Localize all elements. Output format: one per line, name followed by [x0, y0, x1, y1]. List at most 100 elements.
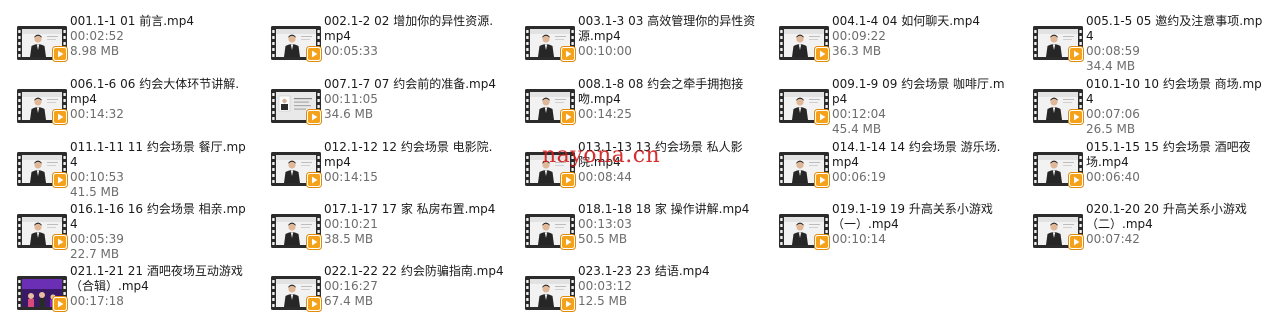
- file-meta: 009.1-9 09 约会场景 咖啡厅.mp4 00:12:04 45.4 MB: [832, 77, 1012, 137]
- file-meta: 020.1-20 20 升高关系小游戏（二）.mp4 00:07:42: [1086, 202, 1266, 247]
- file-name: 010.1-10 10 约会场景 商场.mp4: [1086, 77, 1262, 106]
- file-meta: 019.1-19 19 升高关系小游戏（一）.mp4 00:10:14: [832, 202, 1012, 247]
- video-thumbnail-icon: [525, 152, 576, 188]
- file-meta: 014.1-14 14 约会场景 游乐场.mp4 00:06:19: [832, 140, 1012, 185]
- file-item[interactable]: 005.1-5 05 邀约及注意事项.mp4 00:08:59 34.4 MB: [1016, 14, 1266, 74]
- file-duration: 00:10:53: [70, 170, 124, 184]
- file-duration: 00:08:44: [578, 170, 632, 184]
- file-item[interactable]: 022.1-22 22 约会防骗指南.mp4 00:16:27 67.4 MB: [254, 264, 504, 324]
- file-duration: 00:07:42: [1086, 232, 1140, 246]
- file-duration: 00:08:59: [1086, 44, 1140, 58]
- file-duration: 00:14:25: [578, 107, 632, 121]
- file-meta: 018.1-18 18 家 操作讲解.mp4 00:13:03 50.5 MB: [578, 202, 758, 247]
- file-item[interactable]: 015.1-15 15 约会场景 酒吧夜场.mp4 00:06:40: [1016, 140, 1266, 200]
- file-item[interactable]: 008.1-8 08 约会之牵手拥抱接吻.mp4 00:14:25: [508, 77, 758, 137]
- file-meta: 010.1-10 10 约会场景 商场.mp4 00:07:06 26.5 MB: [1086, 77, 1266, 137]
- file-size: 41.5 MB: [70, 185, 120, 199]
- file-duration: 00:09:22: [832, 29, 886, 43]
- video-thumbnail-icon: [17, 152, 68, 188]
- video-thumbnail-icon: [17, 276, 68, 312]
- file-item[interactable]: 004.1-4 04 如何聊天.mp4 00:09:22 36.3 MB: [762, 14, 1012, 74]
- file-item[interactable]: 014.1-14 14 约会场景 游乐场.mp4 00:06:19: [762, 140, 1012, 200]
- file-name: 017.1-17 17 家 私房布置.mp4: [324, 202, 496, 216]
- video-thumbnail-icon: [1033, 26, 1084, 62]
- video-thumbnail-icon: [1033, 214, 1084, 250]
- file-name: 004.1-4 04 如何聊天.mp4: [832, 14, 980, 28]
- file-duration: 00:17:18: [70, 294, 124, 308]
- file-item[interactable]: 019.1-19 19 升高关系小游戏（一）.mp4 00:10:14: [762, 202, 1012, 262]
- file-size: 36.3 MB: [832, 44, 882, 58]
- file-duration: 00:10:14: [832, 232, 886, 246]
- file-item[interactable]: 003.1-3 03 高效管理你的异性资源.mp4 00:10:00: [508, 14, 758, 74]
- video-thumbnail-icon: [525, 26, 576, 62]
- file-meta: 001.1-1 01 前言.mp4 00:02:52 8.98 MB: [70, 14, 250, 59]
- file-name: 023.1-23 23 结语.mp4: [578, 264, 710, 278]
- file-meta: 003.1-3 03 高效管理你的异性资源.mp4 00:10:00: [578, 14, 758, 59]
- file-name: 014.1-14 14 约会场景 游乐场.mp4: [832, 140, 1001, 169]
- file-name: 002.1-2 02 增加你的异性资源.mp4: [324, 14, 494, 43]
- file-name: 022.1-22 22 约会防骗指南.mp4: [324, 264, 504, 278]
- file-meta: 021.1-21 21 酒吧夜场互动游戏（合辑）.mp4 00:17:18: [70, 264, 250, 309]
- video-thumbnail-icon: [779, 26, 830, 62]
- file-size: 26.5 MB: [1086, 122, 1136, 136]
- file-meta: 013.1-13 13 约会场景 私人影院.mp4 00:08:44: [578, 140, 758, 185]
- file-meta: 004.1-4 04 如何聊天.mp4 00:09:22 36.3 MB: [832, 14, 1012, 59]
- file-item[interactable]: 009.1-9 09 约会场景 咖啡厅.mp4 00:12:04 45.4 MB: [762, 77, 1012, 137]
- file-size: 34.6 MB: [324, 107, 374, 121]
- video-thumbnail-icon: [779, 89, 830, 125]
- file-name: 018.1-18 18 家 操作讲解.mp4: [578, 202, 750, 216]
- file-meta: 005.1-5 05 邀约及注意事项.mp4 00:08:59 34.4 MB: [1086, 14, 1266, 74]
- file-item[interactable]: 002.1-2 02 增加你的异性资源.mp4 00:05:33: [254, 14, 504, 74]
- file-item[interactable]: 013.1-13 13 约会场景 私人影院.mp4 00:08:44: [508, 140, 758, 200]
- file-name: 007.1-7 07 约会前的准备.mp4: [324, 77, 496, 91]
- file-name: 021.1-21 21 酒吧夜场互动游戏（合辑）.mp4: [70, 264, 243, 293]
- file-meta: 022.1-22 22 约会防骗指南.mp4 00:16:27 67.4 MB: [324, 264, 504, 309]
- file-meta: 023.1-23 23 结语.mp4 00:03:12 12.5 MB: [578, 264, 758, 309]
- file-item[interactable]: 010.1-10 10 约会场景 商场.mp4 00:07:06 26.5 MB: [1016, 77, 1266, 137]
- file-size: 45.4 MB: [832, 122, 882, 136]
- video-thumbnail-icon: [1033, 89, 1084, 125]
- video-thumbnail-icon: [271, 26, 322, 62]
- file-meta: 007.1-7 07 约会前的准备.mp4 00:11:05 34.6 MB: [324, 77, 504, 122]
- file-item[interactable]: 023.1-23 23 结语.mp4 00:03:12 12.5 MB: [508, 264, 758, 324]
- video-thumbnail-icon: [17, 89, 68, 125]
- file-item[interactable]: 017.1-17 17 家 私房布置.mp4 00:10:21 38.5 MB: [254, 202, 504, 262]
- file-item[interactable]: 012.1-12 12 约会场景 电影院.mp4 00:14:15: [254, 140, 504, 200]
- file-duration: 00:14:15: [324, 170, 378, 184]
- file-duration: 00:11:05: [324, 92, 378, 106]
- video-thumbnail-icon: [271, 276, 322, 312]
- file-meta: 002.1-2 02 增加你的异性资源.mp4 00:05:33: [324, 14, 504, 59]
- file-name: 001.1-1 01 前言.mp4: [70, 14, 194, 28]
- video-thumbnail-icon: [271, 152, 322, 188]
- video-thumbnail-icon: [271, 214, 322, 250]
- file-meta: 011.1-11 11 约会场景 餐厅.mp4 00:10:53 41.5 MB: [70, 140, 250, 200]
- file-item[interactable]: 016.1-16 16 约会场景 相亲.mp4 00:05:39 22.7 MB: [0, 202, 250, 262]
- file-item[interactable]: 020.1-20 20 升高关系小游戏（二）.mp4 00:07:42: [1016, 202, 1266, 262]
- file-meta: 016.1-16 16 约会场景 相亲.mp4 00:05:39 22.7 MB: [70, 202, 250, 262]
- file-size: 22.7 MB: [70, 247, 120, 261]
- file-size: 67.4 MB: [324, 294, 374, 308]
- file-item[interactable]: 006.1-6 06 约会大体环节讲解.mp4 00:14:32: [0, 77, 250, 137]
- file-item[interactable]: 021.1-21 21 酒吧夜场互动游戏（合辑）.mp4 00:17:18: [0, 264, 250, 324]
- file-name: 019.1-19 19 升高关系小游戏（一）.mp4: [832, 202, 993, 231]
- file-duration: 00:13:03: [578, 217, 632, 231]
- file-grid: 001.1-1 01 前言.mp4 00:02:52 8.98 MB 002.1-2 …: [0, 0, 1276, 323]
- file-duration: 00:03:12: [578, 279, 632, 293]
- video-thumbnail-icon: [1033, 152, 1084, 188]
- file-item[interactable]: 001.1-1 01 前言.mp4 00:02:52 8.98 MB: [0, 14, 250, 74]
- video-thumbnail-icon: [17, 26, 68, 62]
- file-name: 013.1-13 13 约会场景 私人影院.mp4: [578, 140, 743, 169]
- file-item[interactable]: 007.1-7 07 约会前的准备.mp4 00:11:05 34.6 MB: [254, 77, 504, 137]
- file-name: 006.1-6 06 约会大体环节讲解.mp4: [70, 77, 240, 106]
- file-duration: 00:02:52: [70, 29, 124, 43]
- file-meta: 015.1-15 15 约会场景 酒吧夜场.mp4 00:06:40: [1086, 140, 1266, 185]
- file-item[interactable]: 011.1-11 11 约会场景 餐厅.mp4 00:10:53 41.5 MB: [0, 140, 250, 200]
- file-name: 011.1-11 11 约会场景 餐厅.mp4: [70, 140, 246, 169]
- file-item[interactable]: 018.1-18 18 家 操作讲解.mp4 00:13:03 50.5 MB: [508, 202, 758, 262]
- file-name: 009.1-9 09 约会场景 咖啡厅.mp4: [832, 77, 1005, 106]
- file-name: 008.1-8 08 约会之牵手拥抱接吻.mp4: [578, 77, 744, 106]
- file-name: 012.1-12 12 约会场景 电影院.mp4: [324, 140, 493, 169]
- file-size: 50.5 MB: [578, 232, 628, 246]
- file-duration: 00:05:33: [324, 44, 378, 58]
- file-duration: 00:07:06: [1086, 107, 1140, 121]
